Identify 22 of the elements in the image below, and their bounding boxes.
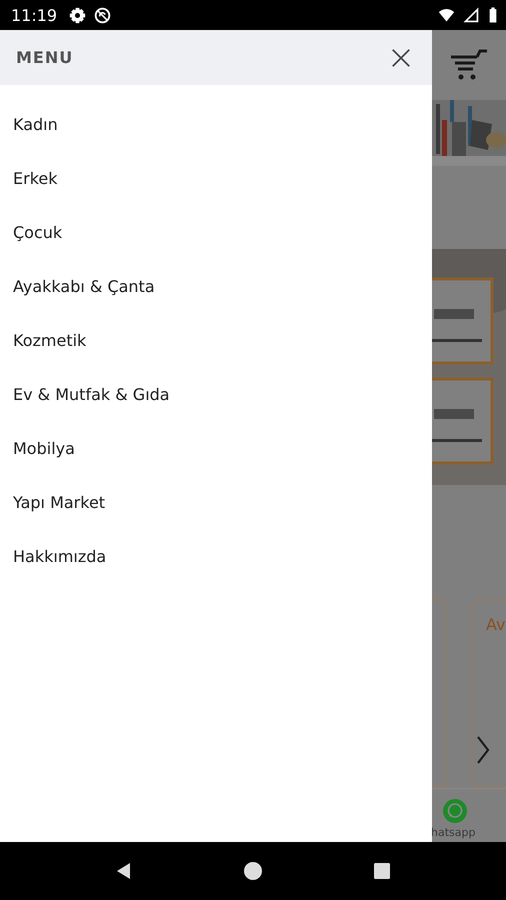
menu-item[interactable]: Kadın [0, 98, 58, 152]
card-title: Av [486, 615, 506, 634]
menu-item[interactable]: Ayakkabı & Çanta [0, 260, 155, 314]
menu-item[interactable]: Yapı Market [0, 476, 106, 530]
menu-item[interactable]: Hakkımızda [0, 530, 106, 584]
clock: 11:19 [11, 6, 58, 24]
gear-icon [69, 6, 86, 24]
home-icon[interactable] [242, 861, 263, 881]
menu-item[interactable]: Mobilya [0, 422, 75, 476]
chevron-right-icon[interactable] [476, 735, 490, 765]
cart-icon[interactable] [449, 49, 489, 81]
blocked-icon [94, 6, 112, 24]
close-icon[interactable] [390, 46, 412, 68]
battery-icon [488, 6, 498, 24]
menu-title: MENU [16, 48, 74, 67]
recents-icon[interactable] [372, 861, 392, 881]
menu-item[interactable]: Erkek [0, 152, 58, 206]
menu-item[interactable]: Çocuk [0, 206, 62, 260]
wifi-icon [438, 6, 455, 24]
signal-icon [463, 6, 480, 24]
menu-item[interactable]: Ev & Mutfak & Gıda [0, 368, 170, 422]
menu-item[interactable]: Kozmetik [0, 314, 86, 368]
